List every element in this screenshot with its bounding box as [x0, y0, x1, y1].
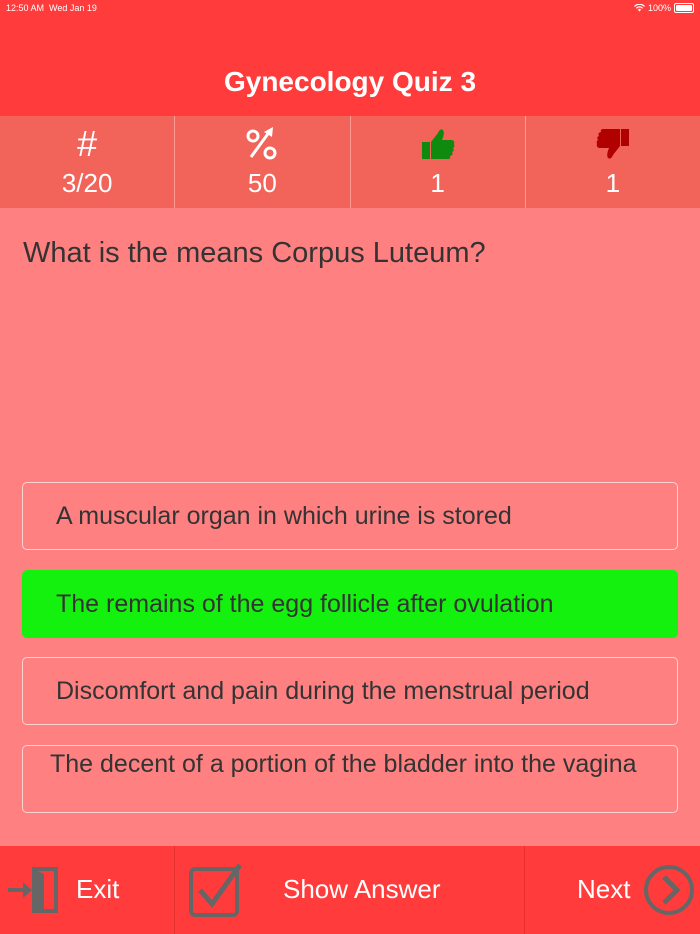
percent-arrow-icon: [175, 124, 349, 164]
stat-wrong: 1: [526, 116, 700, 208]
stat-correct: 1: [351, 116, 526, 208]
footer-toolbar: Exit Show Answer Next: [0, 846, 700, 934]
answer-option-selected[interactable]: The remains of the egg follicle after ov…: [22, 570, 678, 638]
header: 12:50 AM Wed Jan 19 100% Gynecology Quiz…: [0, 0, 700, 116]
stats-bar: # 3/20 50 1 1: [0, 116, 700, 208]
answer-option[interactable]: The decent of a portion of the bladder i…: [22, 745, 678, 813]
hash-icon: #: [77, 123, 98, 164]
wrong-count-value: 1: [605, 168, 621, 198]
stat-percent: 50: [175, 116, 351, 208]
exit-button[interactable]: Exit: [0, 846, 175, 934]
status-date: Wed Jan 19: [49, 3, 97, 13]
question-count-value: 3/20: [61, 168, 113, 198]
battery-icon: [674, 3, 694, 13]
stat-question-count: # 3/20: [0, 116, 176, 208]
chevron-right-circle-icon: [644, 865, 694, 915]
page-title: Gynecology Quiz 3: [223, 66, 477, 97]
show-answer-button[interactable]: Show Answer: [175, 846, 525, 934]
next-button[interactable]: Next: [525, 846, 700, 934]
status-time: 12:50 AM: [6, 3, 45, 13]
show-answer-label: Show Answer: [283, 874, 441, 904]
correct-count-value: 1: [430, 168, 445, 198]
answer-option[interactable]: A muscular organ in which urine is store…: [22, 482, 678, 550]
question-text: What is the means Corpus Luteum?: [23, 237, 486, 269]
thumbs-up-icon: [351, 124, 525, 164]
status-right: 100%: [633, 3, 694, 13]
answer-option[interactable]: Discomfort and pain during the menstrual…: [22, 657, 678, 725]
battery-percent: 100%: [647, 3, 671, 13]
percent-value: 50: [247, 168, 277, 198]
status-bar: 12:50 AM Wed Jan 19 100%: [0, 0, 700, 16]
next-label: Next: [577, 874, 631, 904]
checkbox-check-icon: [189, 863, 243, 917]
exit-door-icon: [8, 867, 58, 913]
thumbs-down-icon: [526, 124, 700, 164]
exit-label: Exit: [76, 874, 120, 904]
wifi-icon: [633, 4, 645, 12]
